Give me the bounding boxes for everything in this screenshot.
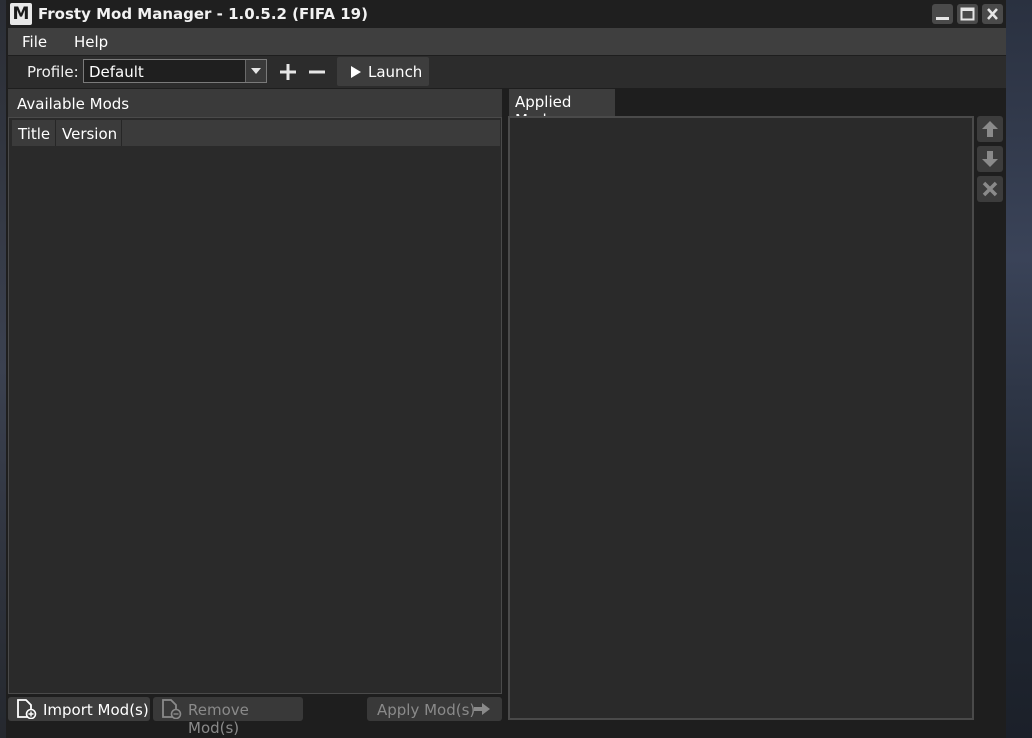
- add-profile-button[interactable]: [277, 61, 299, 83]
- launch-button[interactable]: Launch: [337, 57, 429, 86]
- tab-applied-mods[interactable]: Applied Mods: [509, 89, 615, 129]
- column-version[interactable]: Version: [56, 120, 122, 146]
- app-logo-icon: M: [10, 3, 32, 25]
- column-title[interactable]: Title: [12, 120, 56, 146]
- apply-mods-label: Apply Mod(s): [377, 701, 476, 719]
- app-window: M Frosty Mod Manager - 1.0.5.2 (FIFA 19)…: [6, 0, 1006, 738]
- close-button[interactable]: [982, 4, 1003, 24]
- title-bar: M Frosty Mod Manager - 1.0.5.2 (FIFA 19): [6, 0, 1006, 28]
- remove-profile-button[interactable]: [306, 61, 328, 83]
- plus-icon: [280, 64, 296, 80]
- arrow-right-icon: [474, 703, 490, 715]
- profile-selected-value: Default: [89, 63, 144, 81]
- dropdown-arrow-icon[interactable]: [245, 60, 266, 82]
- available-mods-list[interactable]: Title Version: [8, 117, 502, 694]
- column-header-row: Title Version: [12, 120, 500, 146]
- arrow-down-icon: [982, 151, 998, 167]
- maximize-icon: [960, 7, 975, 21]
- close-icon: [987, 8, 998, 20]
- available-mods-header: Available Mods: [8, 89, 502, 117]
- minus-icon: [309, 70, 325, 74]
- import-file-icon: [17, 699, 37, 719]
- import-mods-label: Import Mod(s): [43, 701, 149, 719]
- move-up-button[interactable]: [977, 116, 1003, 142]
- remove-applied-button[interactable]: [977, 176, 1003, 202]
- remove-mods-button[interactable]: Remove Mod(s): [153, 697, 303, 737]
- menu-file[interactable]: File: [22, 33, 47, 51]
- x-icon: [982, 181, 998, 197]
- profile-label: Profile:: [27, 63, 79, 81]
- menu-help[interactable]: Help: [74, 33, 108, 51]
- toolbar: Profile: Default Launch: [8, 56, 1006, 88]
- maximize-button[interactable]: [957, 4, 978, 24]
- menu-bar: File Help: [8, 28, 1006, 55]
- remove-file-icon: [162, 699, 182, 719]
- minimize-icon: [936, 17, 949, 20]
- profile-dropdown[interactable]: Default: [83, 59, 267, 83]
- applied-mods-list[interactable]: [508, 116, 974, 720]
- move-down-button[interactable]: [977, 146, 1003, 172]
- minimize-button[interactable]: [932, 4, 953, 24]
- play-icon: [351, 66, 361, 78]
- window-title: Frosty Mod Manager - 1.0.5.2 (FIFA 19): [38, 5, 368, 23]
- launch-label: Launch: [368, 63, 423, 81]
- import-mods-button[interactable]: Import Mod(s): [8, 697, 150, 721]
- available-mods-title: Available Mods: [17, 95, 130, 113]
- remove-mods-label: Remove Mod(s): [188, 701, 249, 737]
- desktop-background-right: [1006, 0, 1032, 738]
- arrow-up-icon: [982, 121, 998, 137]
- apply-mods-button[interactable]: Apply Mod(s): [367, 697, 502, 721]
